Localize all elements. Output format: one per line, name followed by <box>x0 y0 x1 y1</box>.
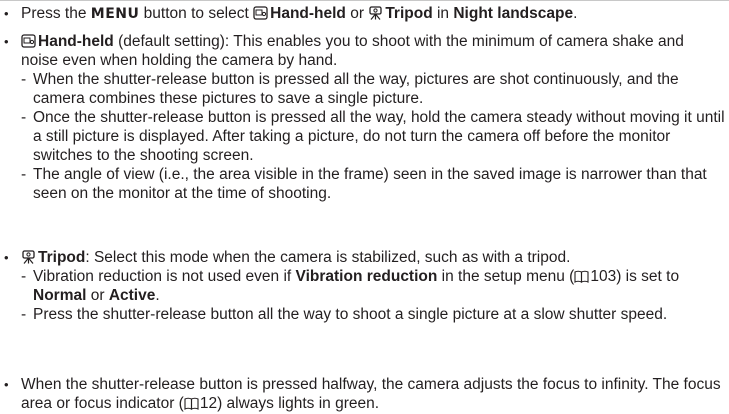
book-reference-icon <box>574 270 589 283</box>
tripod-icon <box>22 250 35 264</box>
bullet-dot: • <box>4 377 9 392</box>
hand-held-label: Hand-held <box>270 5 346 22</box>
sub-item: - Press the shutter-release button all th… <box>21 306 668 323</box>
sub-item: - Vibration reduction is not used even if… <box>21 268 680 304</box>
bullet-dot: • <box>4 34 9 49</box>
tripod-icon <box>369 6 382 20</box>
top-divider <box>0 0 729 1</box>
bullet-select-mode: • Press the MENU button to select Hand-h… <box>4 5 578 22</box>
sub-item: - Once the shutter-release button is pres… <box>21 109 725 164</box>
manual-page: • Press the MENU button to select Hand-h… <box>0 0 729 414</box>
hand-held-title: Hand-held <box>38 33 114 50</box>
hand-held-description: (default setting): This enables you to s… <box>21 33 684 69</box>
bullet-tripod: • Tripod: Select this mode when the came… <box>0 248 729 324</box>
bullet-focus-note: • When the shutter-release button is pre… <box>4 376 721 412</box>
active-label: Active <box>108 287 156 304</box>
bullet-dot: • <box>4 250 9 265</box>
sub-item: - The angle of view (i.e., the area visib… <box>21 166 707 202</box>
bullet-hand-held: • Hand-held (default setting): This enab… <box>0 32 729 203</box>
vibration-reduction-label: Vibration reduction <box>295 268 438 285</box>
hand-held-icon <box>253 6 268 20</box>
night-landscape-label: Night landscape <box>453 5 574 22</box>
hand-held-icon <box>21 34 36 48</box>
bullet-dot: • <box>4 6 9 21</box>
book-reference-icon <box>184 397 199 410</box>
tripod-title: Tripod <box>38 249 86 266</box>
sub-item: - When the shutter-release button is pres… <box>21 71 679 107</box>
tripod-description: : Select this mode when the camera is st… <box>85 249 571 266</box>
menu-button-label: MENU <box>90 6 140 22</box>
tripod-label: Tripod <box>385 5 433 22</box>
normal-label: Normal <box>33 287 87 304</box>
